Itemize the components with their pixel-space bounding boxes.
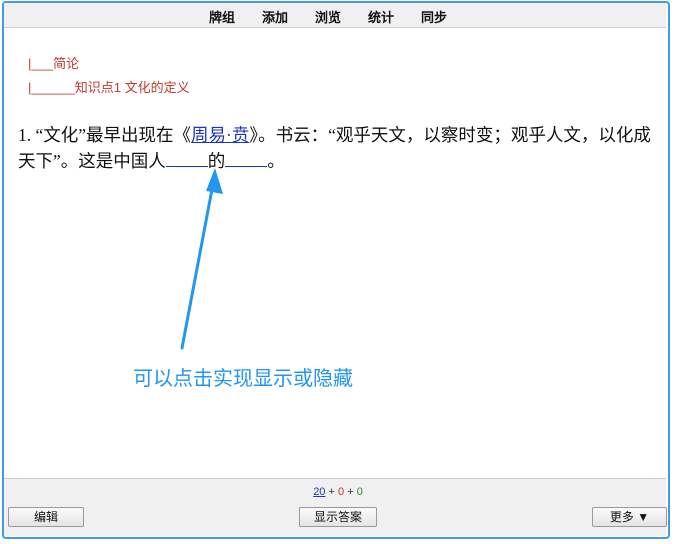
annotation-arrow-icon bbox=[180, 168, 223, 350]
more-button[interactable]: 更多 ▼ bbox=[592, 507, 667, 527]
show-answer-button[interactable]: 显示答案 bbox=[299, 507, 377, 527]
new-count[interactable]: 20 bbox=[313, 486, 325, 498]
edit-button[interactable]: 编辑 bbox=[8, 507, 84, 527]
learn-count: 0 bbox=[338, 486, 345, 498]
annotation-note: 可以点击实现显示或隐藏 bbox=[133, 368, 353, 390]
card-counts: 20 + 0 + 0 bbox=[0, 486, 676, 498]
review-count: 0 bbox=[356, 486, 363, 498]
count-separator: + bbox=[328, 486, 335, 498]
count-separator: + bbox=[347, 486, 354, 498]
